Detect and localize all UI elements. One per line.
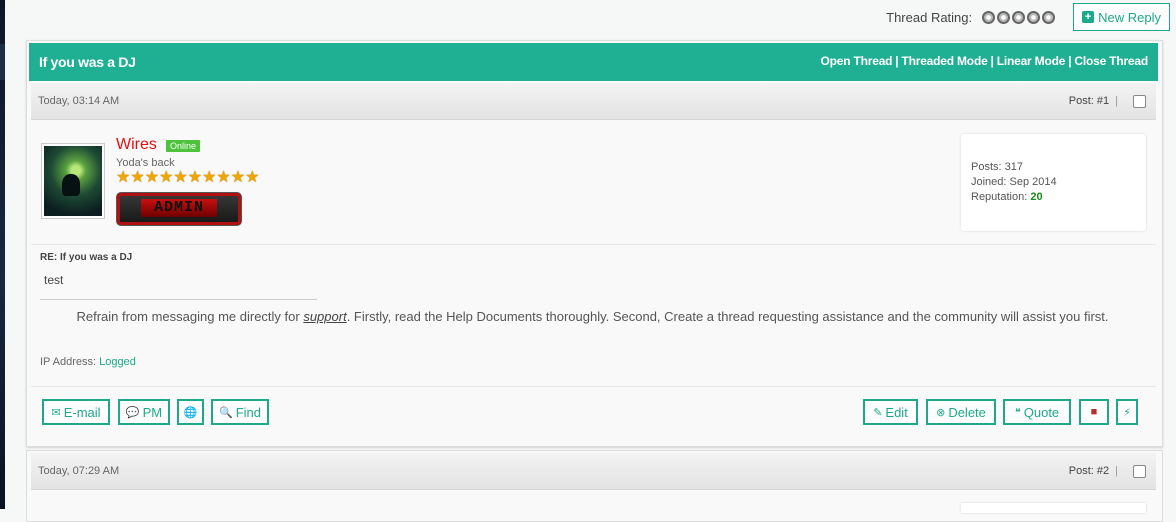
rating-star-5-icon[interactable] [1042, 10, 1056, 24]
post-1-header: Today, 03:14 AM Post: #1 | [31, 83, 1156, 120]
author-stats-box [961, 503, 1146, 513]
post-number-link[interactable]: Post: #1 | [1069, 95, 1118, 107]
globe-icon: 🌐 [183, 406, 198, 419]
search-icon: 🔍 [219, 406, 233, 419]
thread-header: If you was a DJ Open Thread | Threaded Mod… [29, 43, 1158, 81]
ip-logged-value: Logged [99, 356, 136, 368]
online-status-badge: Online [166, 140, 201, 152]
post-select-checkbox[interactable] [1133, 465, 1146, 478]
thread-rating-label: Thread Rating: [886, 9, 973, 25]
pencil-icon: ✎ [873, 406, 883, 419]
divider [31, 386, 1156, 387]
signature-divider [40, 299, 317, 300]
username-link[interactable]: Wires [116, 136, 157, 154]
plus-icon: + [1082, 11, 1095, 23]
author-stats-box: Posts: 317 Joined: Sep 2014 Reputation: … [961, 134, 1146, 231]
ip-address: IP Address: Logged [40, 356, 136, 368]
new-reply-button[interactable]: + New Reply [1073, 3, 1170, 31]
new-reply-label: New Reply [1098, 9, 1161, 25]
thread-toolbar: Thread Rating: + New Reply [886, 3, 1170, 31]
joined-date: Joined: Sep 2014 [971, 176, 1057, 188]
close-thread-link[interactable]: Close Thread [1074, 54, 1148, 68]
user-title: Yoda's back [116, 157, 175, 169]
thread-rating-stars[interactable] [982, 10, 1057, 24]
post-number-link[interactable]: Post: #2 | [1069, 465, 1118, 477]
envelope-icon: ✉ [51, 406, 61, 419]
delete-button[interactable]: ⊗ Delete [926, 399, 996, 425]
rating-star-2-icon[interactable] [997, 10, 1011, 24]
reputation-value[interactable]: 20 [1030, 191, 1042, 203]
open-thread-link[interactable]: Open Thread [820, 54, 892, 68]
quote-icon: ❝ [1014, 406, 1021, 419]
report-button[interactable]: ■ [1079, 399, 1109, 425]
report-icon: ■ [1090, 406, 1098, 418]
rating-star-3-icon[interactable] [1012, 10, 1026, 24]
threaded-mode-link[interactable]: Threaded Mode [901, 54, 987, 68]
rank-stars: ★★★★★★★★★★ [116, 169, 260, 186]
chat-icon: 💬 [125, 406, 140, 419]
posts-count: Posts: 317 [971, 161, 1023, 173]
linear-mode-link[interactable]: Linear Mode [997, 54, 1066, 68]
divider [31, 244, 1156, 245]
post-2-header: Today, 07:29 AM Post: #2 | [31, 453, 1156, 490]
edit-button[interactable]: ✎ Edit [863, 399, 918, 425]
rating-star-4-icon[interactable] [1027, 10, 1041, 24]
thread-mode-links: Open Thread | Threaded Mode | Linear Mode | Cl… [820, 54, 1148, 68]
quote-button[interactable]: ❝ Quote [1003, 399, 1071, 425]
left-edge-bar [0, 0, 5, 509]
support-link[interactable]: support [303, 309, 346, 324]
email-button[interactable]: ✉ E-mail [42, 399, 110, 425]
thread-title: If you was a DJ [39, 54, 136, 70]
post-date: Today, 07:29 AM [38, 465, 120, 477]
post-select-checkbox[interactable] [1133, 95, 1146, 108]
reputation: Reputation: 20 [971, 191, 1043, 203]
delete-icon: ⊗ [936, 406, 946, 419]
quick-action-button[interactable]: ⚡ [1116, 399, 1138, 425]
find-button[interactable]: 🔍 Find [211, 399, 269, 425]
website-button[interactable]: 🌐 [177, 399, 204, 425]
avatar[interactable] [41, 143, 105, 219]
pm-button[interactable]: 💬 PM [118, 399, 170, 425]
post-subject: RE: If you was a DJ [40, 252, 133, 263]
rating-star-1-icon[interactable] [982, 10, 996, 24]
admin-group-image: ADMIN [116, 192, 242, 226]
signature: Refrain from messaging me directly for s… [76, 309, 1109, 324]
post-body: test [44, 273, 64, 287]
post-date: Today, 03:14 AM [38, 95, 120, 107]
lightning-icon: ⚡ [1123, 406, 1131, 419]
